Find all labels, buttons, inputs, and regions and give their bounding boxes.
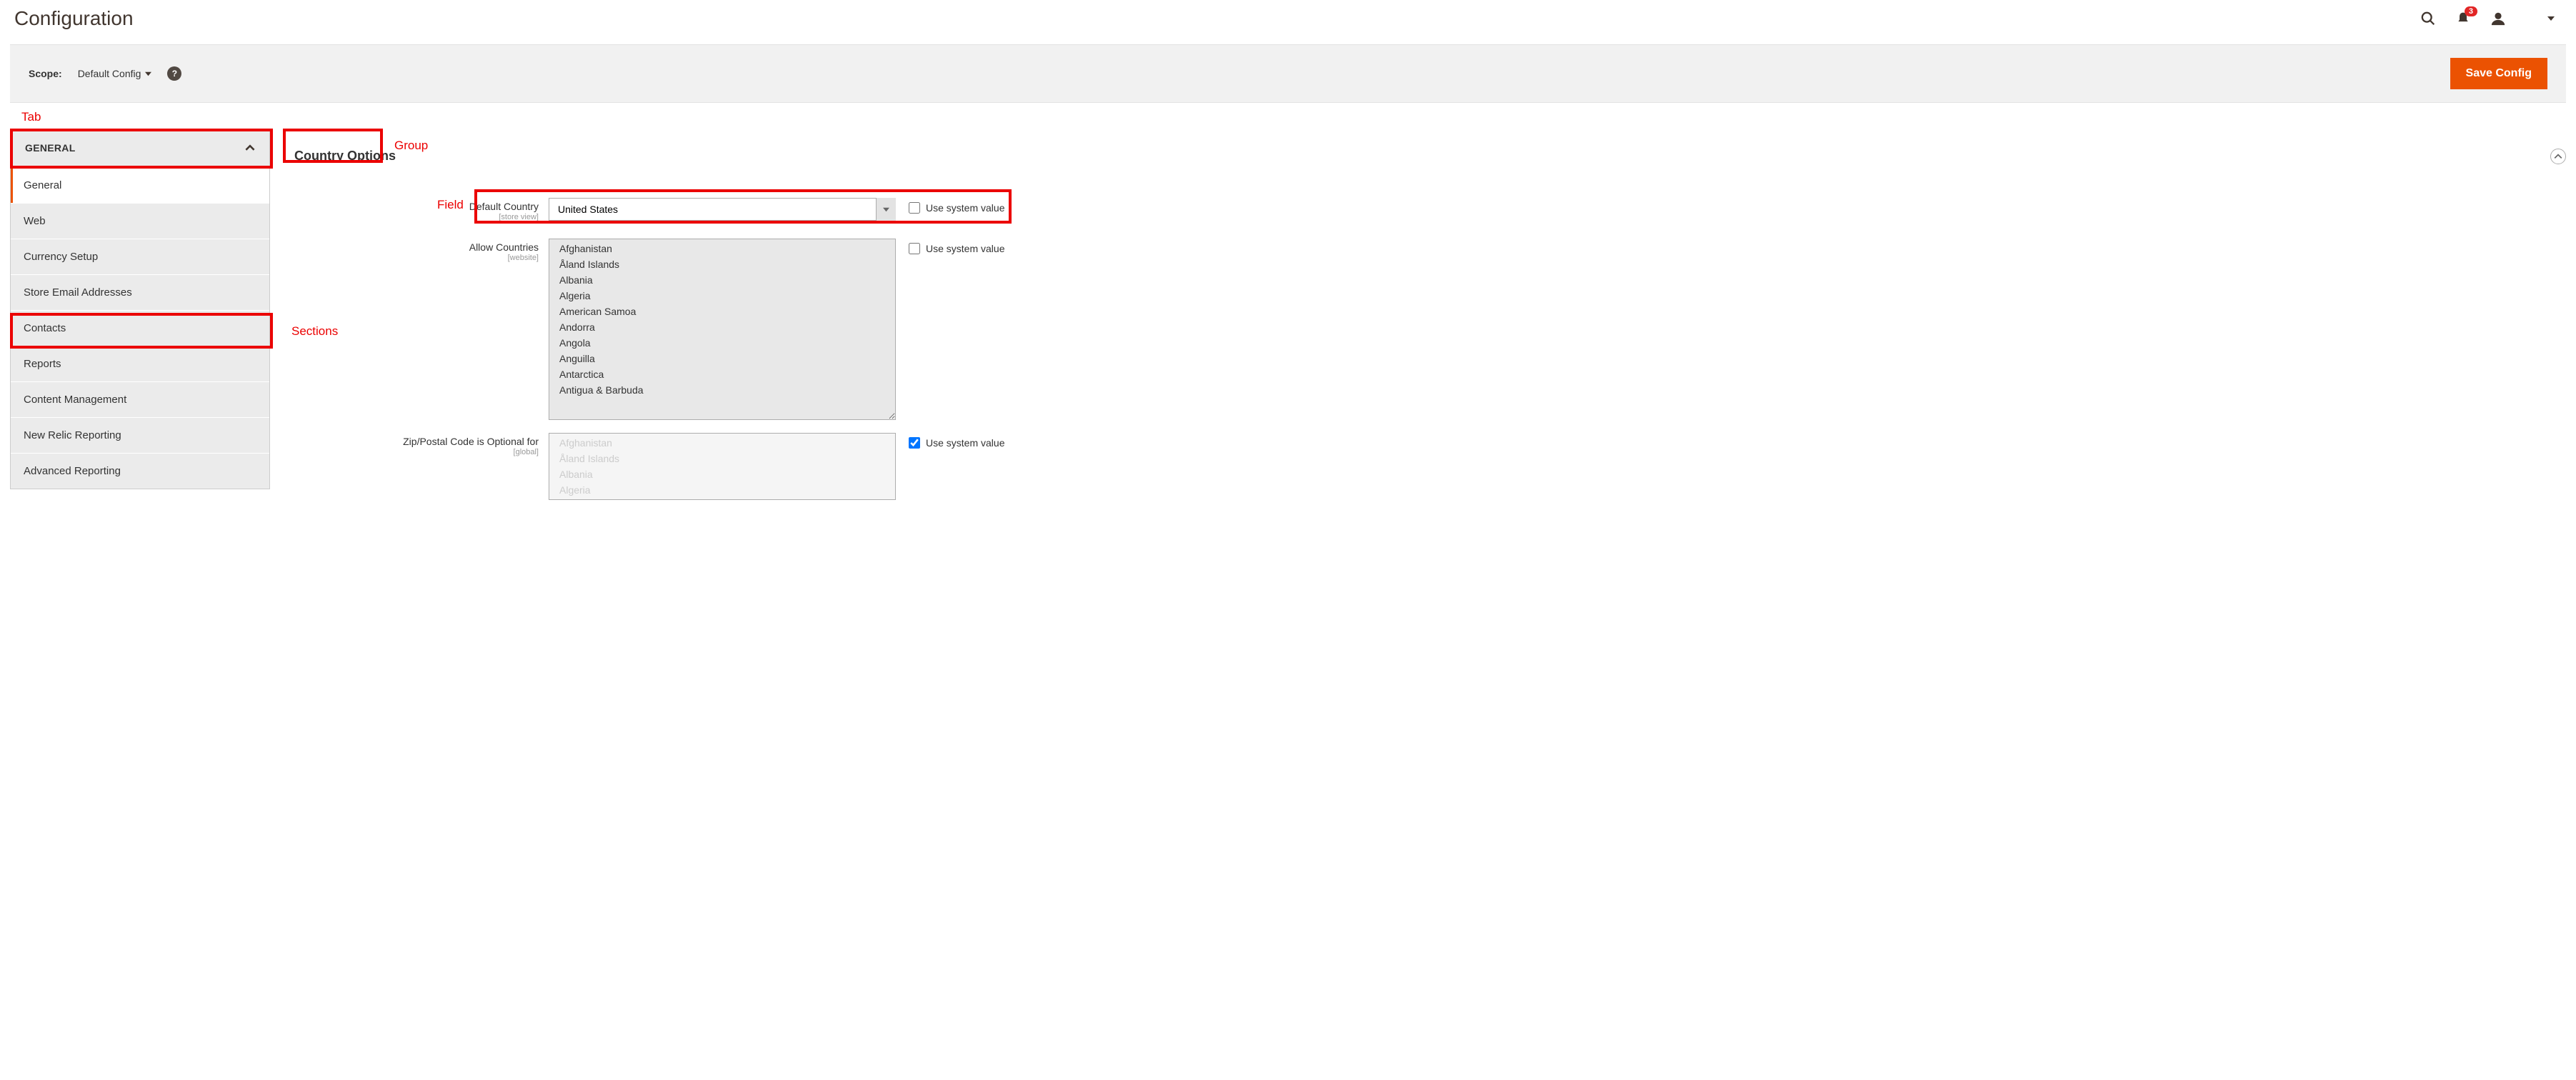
config-content: Group Country Options Field Default Coun… [283,113,2566,513]
sidebar-item-content-management[interactable]: Content Management [11,381,269,417]
list-item[interactable]: American Samoa [549,304,895,319]
group-header[interactable]: Country Options [283,139,2566,174]
allow-countries-scope: [website] [283,254,539,262]
list-item[interactable]: Andorra [549,319,895,335]
annotation-tab-label: Tab [21,110,41,124]
zip-optional-scope: [global] [283,448,539,456]
zip-optional-use-system-checkbox[interactable] [909,437,920,449]
account-dropdown-icon[interactable] [2547,15,2555,22]
sidebar-tab-general[interactable]: GENERAL [10,129,270,167]
field-zip-optional: Zip/Postal Code is Optional for [global]… [283,433,2566,500]
list-item[interactable]: Algeria [549,288,895,304]
sidebar-item-reports[interactable]: Reports [11,346,269,381]
allow-countries-label: Allow Countries [469,241,539,253]
list-item[interactable]: Albania [549,272,895,288]
use-system-label: Use system value [926,202,1004,214]
search-icon[interactable] [2420,11,2436,26]
page-header: Configuration 3 [0,0,2576,44]
chevron-up-icon [245,143,255,153]
scope-bar: Scope: Default Config ? Save Config [10,44,2566,103]
list-item[interactable]: Antarctica [549,366,895,382]
allow-countries-use-system-checkbox[interactable] [909,243,920,254]
list-item[interactable]: Antigua & Barbuda [549,382,895,398]
help-icon[interactable]: ? [167,66,181,81]
zip-optional-multiselect: AfghanistanÅland IslandsAlbaniaAlgeria [549,433,896,500]
sidebar-item-store-email-addresses[interactable]: Store Email Addresses [11,274,269,310]
use-system-label: Use system value [926,437,1004,449]
sidebar-sections: GeneralWebCurrency SetupStore Email Addr… [10,167,270,489]
default-country-select[interactable] [549,198,896,221]
group-title: Country Options [294,149,396,163]
annotation-field-label: Field [437,198,464,212]
scope-selector[interactable]: Default Config [78,68,152,79]
sidebar-tab-label: GENERAL [25,142,76,154]
sidebar-item-web[interactable]: Web [11,203,269,239]
annotation-group-label: Group [394,139,428,153]
notification-badge: 3 [2465,6,2477,16]
list-item[interactable]: Angola [549,335,895,351]
annotation-sections-label: Sections [291,324,338,339]
list-item[interactable]: Åland Islands [549,256,895,272]
notifications-icon[interactable]: 3 [2456,11,2470,26]
use-system-label: Use system value [926,243,1004,254]
default-country-use-system-checkbox[interactable] [909,202,920,214]
save-config-button[interactable]: Save Config [2450,58,2547,89]
list-item: Albania [549,466,895,482]
allow-countries-multiselect[interactable]: AfghanistanÅland IslandsAlbaniaAlgeriaAm… [549,239,896,420]
sidebar-item-advanced-reporting[interactable]: Advanced Reporting [11,453,269,489]
header-actions: 3 [2420,11,2562,26]
page-title: Configuration [14,7,134,30]
field-allow-countries: Allow Countries [website] AfghanistanÅla… [283,239,2566,420]
field-default-country: Field Default Country [store view] Use s… [283,194,2566,226]
config-sidebar: Tab GENERAL GeneralWebCurrency SetupStor… [10,113,270,513]
list-item[interactable]: Afghanistan [549,241,895,256]
sidebar-item-currency-setup[interactable]: Currency Setup [11,239,269,274]
list-item: Åland Islands [549,451,895,466]
scope-value: Default Config [78,68,141,79]
default-country-scope: [store view] [283,213,539,221]
list-item: Algeria [549,482,895,498]
list-item[interactable]: Anguilla [549,351,895,366]
default-country-label: Default Country [469,201,539,212]
scope-label: Scope: [29,68,62,79]
collapse-group-icon[interactable] [2550,149,2566,164]
sidebar-item-contacts[interactable]: Contacts [11,310,269,346]
sidebar-item-new-relic-reporting[interactable]: New Relic Reporting [11,417,269,453]
sidebar-item-general[interactable]: General [11,167,269,203]
account-icon[interactable] [2490,11,2506,26]
zip-optional-label: Zip/Postal Code is Optional for [403,436,539,447]
list-item: Afghanistan [549,435,895,451]
